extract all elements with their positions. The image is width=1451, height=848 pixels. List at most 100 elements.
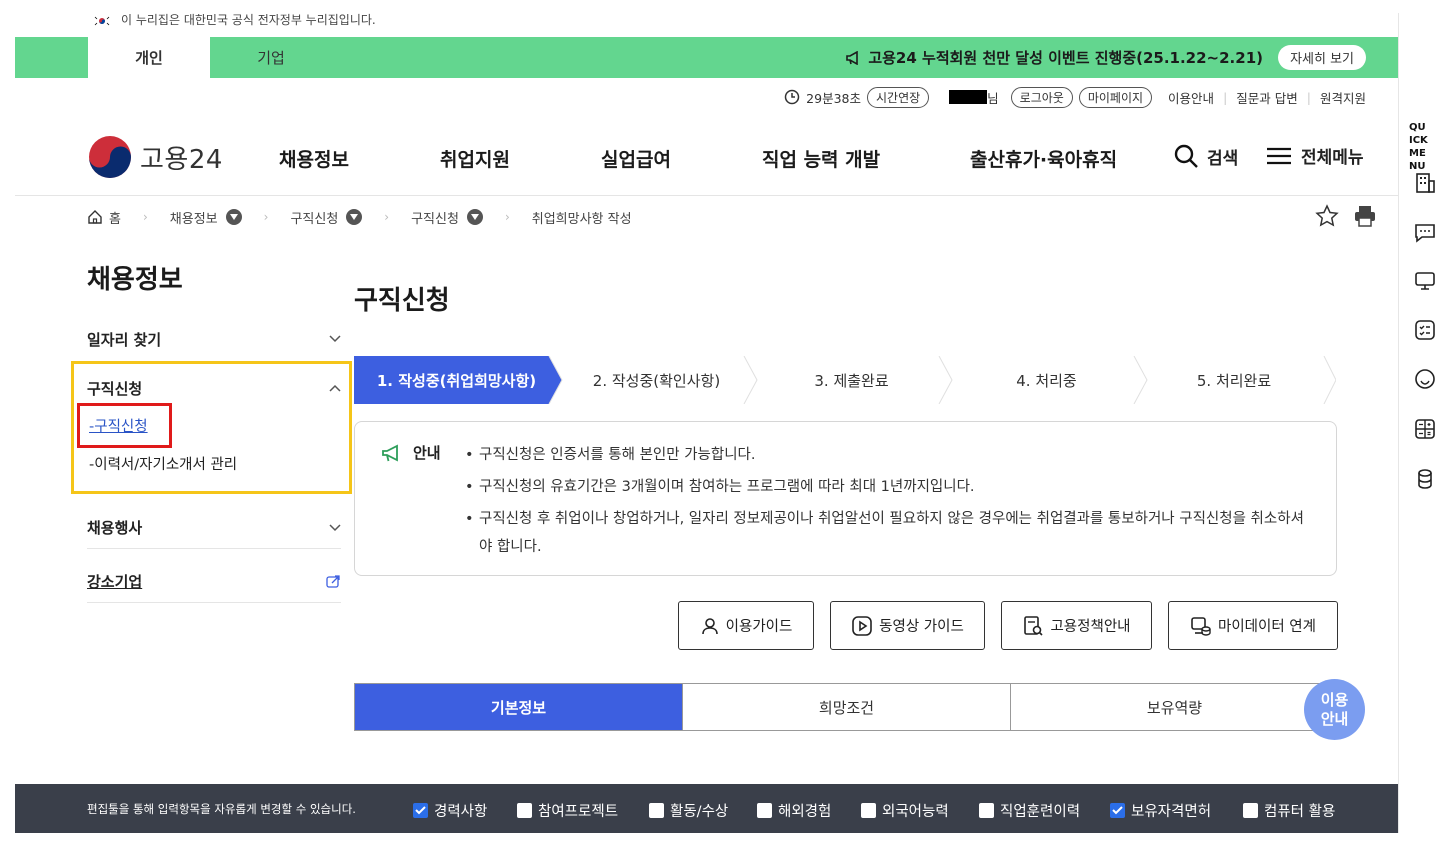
external-link-icon: [326, 574, 340, 588]
lnb-item-label: 채용행사: [87, 519, 143, 537]
database-icon[interactable]: [1413, 467, 1437, 491]
session-timer: 29분38초: [806, 90, 861, 106]
lnb-item-recruit-event[interactable]: 채용행사: [87, 507, 341, 549]
utility-row: 29분38초 시간연장 님 로그아웃 마이페이지 이용안내 | 질문과 답변 |…: [784, 85, 1366, 109]
qna-link[interactable]: 질문과 답변: [1236, 88, 1297, 107]
user-name-masked: [949, 90, 988, 104]
chevron-right-icon: ›: [504, 210, 510, 224]
tab-company[interactable]: 기업: [210, 37, 332, 78]
breadcrumb-home[interactable]: 홈: [87, 208, 121, 227]
checkbox-checked-icon: [413, 803, 428, 818]
usage-guide-button[interactable]: 이용가이드: [678, 601, 814, 650]
checkbox-activities[interactable]: 활동/수상: [649, 800, 728, 821]
extend-time-button[interactable]: 시간연장: [866, 86, 930, 108]
person-icon: [701, 617, 718, 634]
print-icon[interactable]: [1352, 203, 1378, 229]
checkbox-label: 컴퓨터 활용: [1264, 804, 1336, 820]
checkbox-unchecked-icon: [979, 803, 994, 818]
gov-banner-text: 이 누리집은 대한민국 공식 전자정부 누리집입니다.: [121, 13, 376, 27]
play-icon: [852, 615, 872, 636]
checkbox-licenses[interactable]: 보유자격면허: [1110, 800, 1211, 821]
breadcrumb-home-label: 홈: [109, 211, 121, 227]
bookmark-star-icon[interactable]: [1314, 203, 1340, 229]
event-detail-button[interactable]: 자세히 보기: [1278, 45, 1366, 70]
checkbox-unchecked-icon: [757, 803, 772, 818]
all-menu-button[interactable]: 전체메뉴: [1265, 143, 1364, 168]
quick-menu-rail: QUICK MENU: [1398, 13, 1438, 833]
tab-basic-info[interactable]: 기본정보: [355, 684, 683, 730]
nav-recruit[interactable]: 채용정보: [279, 121, 349, 196]
checkbox-label: 외국어능력: [882, 804, 949, 820]
chevron-down-icon: [329, 335, 341, 343]
page-actions: [1314, 203, 1378, 229]
calculator-icon[interactable]: [1413, 417, 1437, 441]
site-header: 고용24 채용정보 취업지원 실업급여 직업 능력 개발 출산휴가·육아휴직 검…: [15, 121, 1398, 196]
video-guide-button[interactable]: 동영상 가이드: [830, 601, 985, 650]
lnb-item-job-apply[interactable]: 구직신청: [87, 377, 341, 399]
lnb-item-label: 구직신청: [87, 379, 143, 398]
nav-parental-leave[interactable]: 출산휴가·육아휴직: [970, 121, 1117, 196]
lnb-item-label: 강소기업: [87, 573, 143, 591]
tab-personal[interactable]: 개인: [88, 37, 210, 78]
chevron-down-icon[interactable]: [225, 209, 242, 225]
checkbox-overseas[interactable]: 해외경험: [757, 800, 831, 821]
notice-item: 구직신청은 인증서를 통해 본인만 가능합니다.: [465, 441, 1315, 469]
chevron-down-icon[interactable]: [346, 209, 363, 225]
tab-desired-conditions[interactable]: 희망조건: [683, 684, 1011, 730]
notice-item: 구직신청 후 취업이나 창업하거나, 일자리 정보제공이나 취업알선이 필요하지…: [465, 505, 1315, 561]
breadcrumb-item[interactable]: 채용정보: [170, 208, 242, 227]
mypage-button[interactable]: 마이페이지: [1078, 86, 1153, 108]
guide-link[interactable]: 이용안내: [1168, 88, 1214, 107]
lnb-subitem-resume-manage[interactable]: -이력서/자기소개서 관리: [89, 453, 237, 474]
checkbox-unchecked-icon: [861, 803, 876, 818]
nav-unemployment-benefit[interactable]: 실업급여: [601, 121, 671, 196]
mydata-link-button[interactable]: 마이데이터 연계: [1168, 601, 1338, 650]
taegeuk-logo-icon: [89, 136, 131, 178]
document-search-icon: [1024, 615, 1044, 636]
lnb-item-strong-company[interactable]: 강소기업: [87, 561, 341, 603]
search-button[interactable]: 검색: [1173, 143, 1238, 169]
logout-button[interactable]: 로그아웃: [1010, 86, 1073, 108]
checkbox-career[interactable]: 경력사항: [413, 800, 487, 821]
smile-icon[interactable]: [1413, 367, 1437, 391]
chevron-down-icon[interactable]: [466, 209, 483, 225]
breadcrumb-label: 채용정보: [169, 211, 218, 227]
checkbox-language[interactable]: 외국어능력: [861, 800, 949, 821]
edit-toolbar: 편집툴을 통해 입력항목을 자유롭게 변경할 수 있습니다. 경력사항 참여프로…: [15, 784, 1398, 833]
policy-guide-button[interactable]: 고용정책안내: [1001, 601, 1152, 650]
building-icon[interactable]: [1413, 171, 1437, 195]
usage-help-floating-button[interactable]: 이용 안내: [1304, 679, 1365, 740]
checkbox-computer[interactable]: 컴퓨터 활용: [1243, 800, 1335, 821]
chat-bubble-icon[interactable]: [1413, 220, 1437, 244]
checklist-icon[interactable]: [1413, 318, 1437, 342]
remote-support-link[interactable]: 원격지원: [1320, 88, 1366, 107]
event-banner-text: 고용24 누적회원 천만 달성 이벤트 진행중(25.1.22~2.21): [868, 49, 1263, 67]
checkbox-training[interactable]: 직업훈련이력: [979, 800, 1080, 821]
util-divider: |: [1306, 89, 1311, 105]
gov-banner: 이 누리집은 대한민국 공식 전자정부 누리집입니다.: [15, 13, 1398, 37]
all-menu-label: 전체메뉴: [1301, 148, 1364, 168]
chevron-right-icon: ›: [142, 210, 148, 224]
user-suffix: 님: [987, 90, 999, 106]
nav-vocational-training[interactable]: 직업 능력 개발: [762, 121, 880, 196]
step-2: 2. 작성중(확인사항): [592, 371, 721, 390]
chevron-right-icon: ›: [263, 210, 269, 224]
korea-flag-icon: [93, 15, 111, 27]
monitor-icon[interactable]: [1413, 269, 1437, 293]
notice-header: 안내: [381, 442, 441, 463]
site-logo[interactable]: 고용24: [88, 135, 223, 179]
usage-guide-label: 이용가이드: [725, 619, 793, 635]
chevron-down-icon: [329, 523, 341, 531]
event-banner[interactable]: 고용24 누적회원 천만 달성 이벤트 진행중(25.1.22~2.21): [846, 37, 1263, 78]
search-icon: [1174, 144, 1198, 168]
breadcrumb-current: 취업희망사항 작성: [532, 208, 632, 227]
breadcrumb-item[interactable]: 구직신청: [411, 208, 483, 227]
lnb-item-job-search[interactable]: 일자리 찾기: [87, 323, 341, 355]
breadcrumb-item[interactable]: 구직신청: [290, 208, 363, 227]
browser-frame: 이 누리집은 대한민국 공식 전자정부 누리집입니다. 개인 기업 고용24 누…: [15, 13, 1398, 833]
nav-employment-support[interactable]: 취업지원: [440, 121, 510, 196]
tab-competencies[interactable]: 보유역량: [1011, 684, 1338, 730]
step-5: 5. 처리완료: [1196, 371, 1272, 390]
checkbox-projects[interactable]: 참여프로젝트: [517, 800, 618, 821]
checkbox-unchecked-icon: [1243, 803, 1258, 818]
